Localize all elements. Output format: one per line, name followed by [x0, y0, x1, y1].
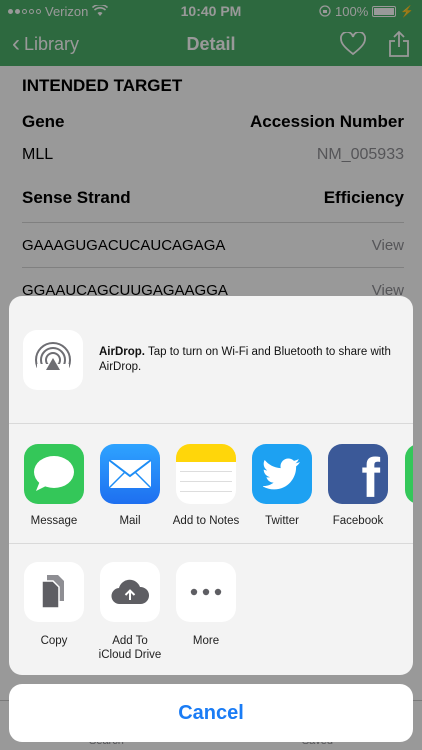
- app-label: Message: [30, 515, 78, 527]
- copy-action[interactable]: Copy: [16, 562, 92, 648]
- mail-icon: [100, 444, 160, 504]
- share-actions-row: Copy Add To iCloud Drive More: [9, 544, 413, 675]
- notes-icon: [176, 444, 236, 504]
- app-label: Add to Notes: [172, 515, 240, 527]
- icloud-upload-icon: [100, 562, 160, 622]
- icloud-drive-action[interactable]: Add To iCloud Drive: [92, 562, 168, 662]
- share-app-twitter[interactable]: Twitter: [244, 444, 320, 527]
- share-app-mail[interactable]: Mail: [92, 444, 168, 527]
- more-icon: [176, 562, 236, 622]
- more-action[interactable]: More: [168, 562, 244, 648]
- share-app-partial[interactable]: [397, 444, 413, 504]
- facebook-icon: f: [328, 444, 388, 504]
- twitter-icon: [252, 444, 312, 504]
- share-app-message[interactable]: Message: [16, 444, 92, 527]
- airdrop-title: AirDrop.: [99, 345, 145, 358]
- airdrop-section[interactable]: AirDrop. Tap to turn on Wi-Fi and Blueto…: [9, 296, 413, 424]
- share-sheet: AirDrop. Tap to turn on Wi-Fi and Blueto…: [9, 296, 413, 675]
- action-label: Copy: [40, 635, 68, 647]
- message-icon: [24, 444, 84, 504]
- app-label: Twitter: [265, 515, 299, 527]
- airdrop-description: AirDrop. Tap to turn on Wi-Fi and Blueto…: [99, 345, 399, 375]
- cancel-button[interactable]: Cancel: [9, 684, 413, 742]
- share-app-notes[interactable]: Add to Notes: [168, 444, 244, 527]
- app-label: Mail: [119, 515, 141, 527]
- app-icon-partial: [405, 444, 413, 504]
- share-apps-row: Message Mail Add to Notes Twitter f Face…: [9, 424, 413, 544]
- airdrop-icon: [23, 329, 83, 390]
- action-label: More: [192, 635, 220, 647]
- action-label: Add To iCloud Drive: [98, 635, 162, 661]
- share-app-facebook[interactable]: f Facebook: [320, 444, 396, 527]
- app-label: Facebook: [332, 515, 384, 527]
- copy-icon: [24, 562, 84, 622]
